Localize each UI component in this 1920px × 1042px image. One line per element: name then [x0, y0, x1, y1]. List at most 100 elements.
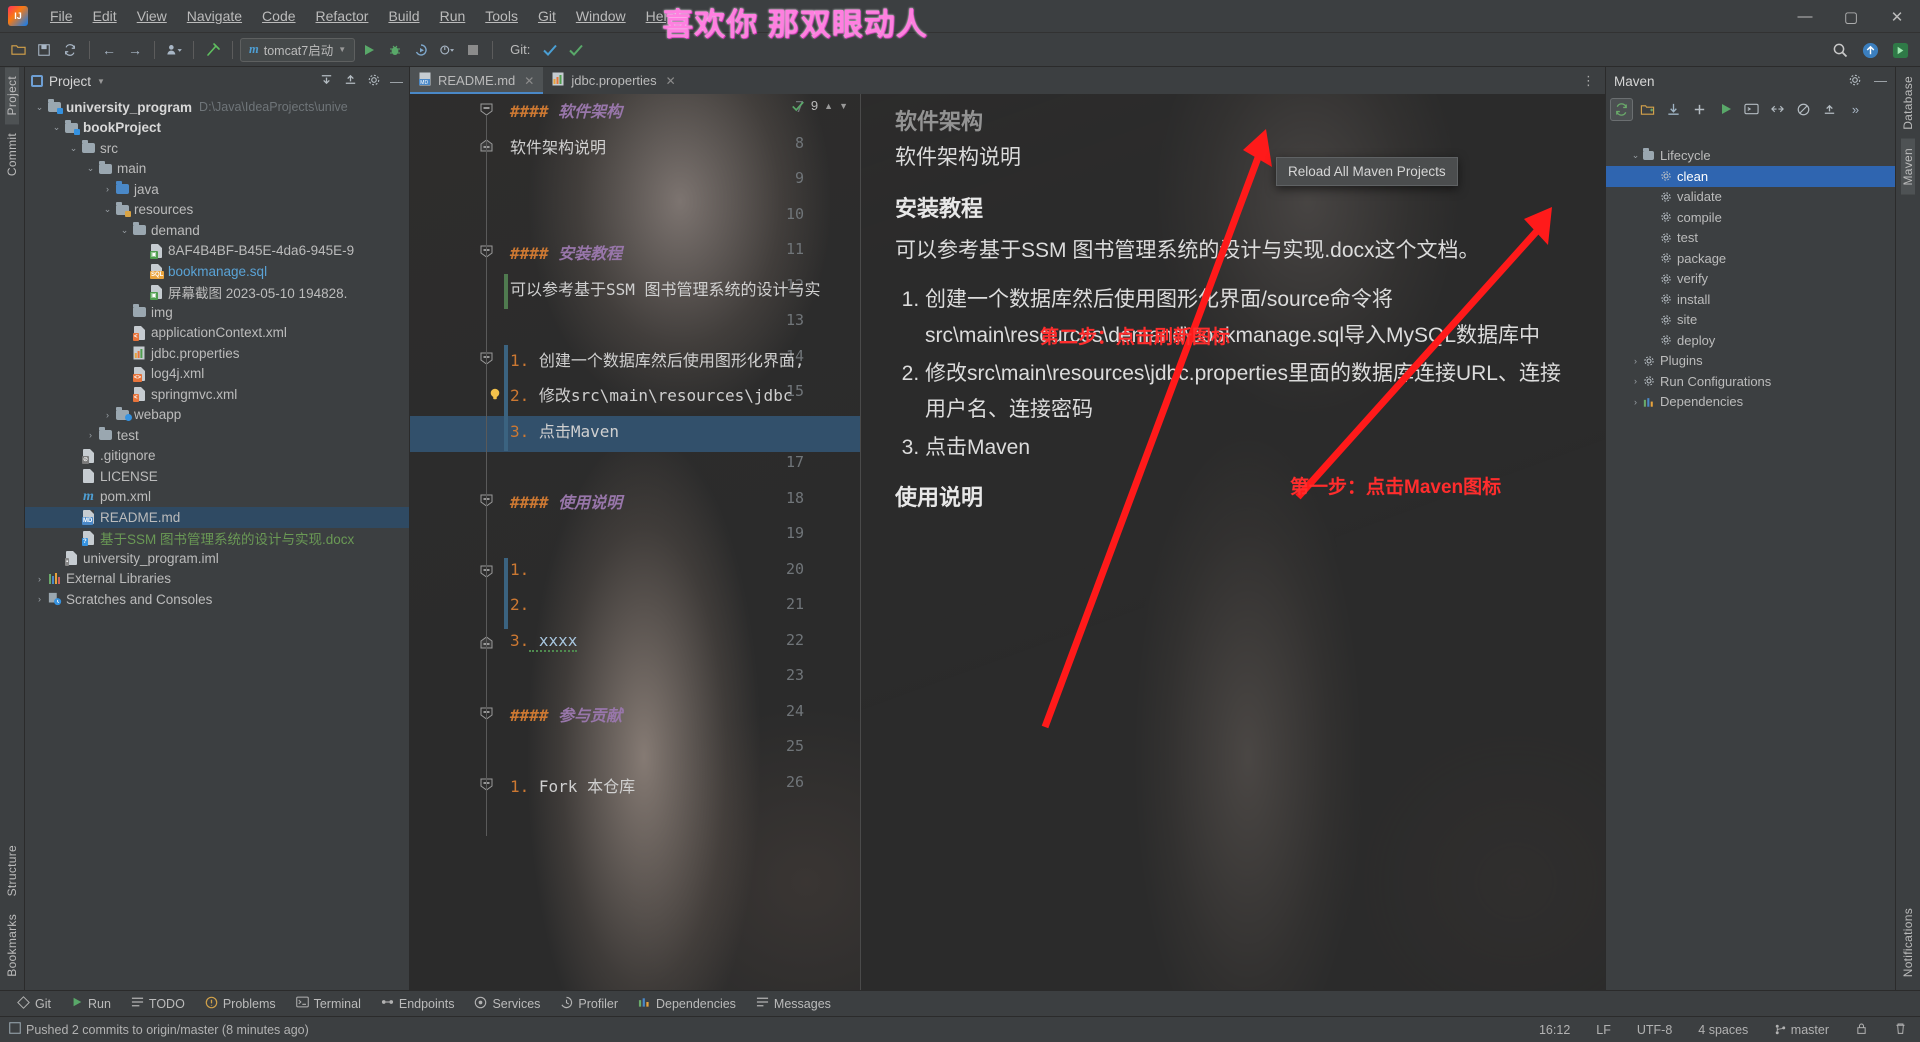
- project-tree-row[interactable]: < applicationContext.xml: [25, 323, 409, 344]
- project-tree-row[interactable]: ⌄ bookProject: [25, 118, 409, 139]
- project-tree-row[interactable]: ▪ university_program.iml: [25, 548, 409, 569]
- project-scope-chevron-icon[interactable]: ▼: [97, 77, 105, 86]
- bottom-tool-dependencies[interactable]: Dependencies: [629, 994, 745, 1013]
- sidebar-item-database[interactable]: Database: [1901, 67, 1915, 139]
- maven-settings-gear-icon[interactable]: [1848, 73, 1862, 90]
- project-tree-row[interactable]: LICENSE: [25, 466, 409, 487]
- chevron-right-icon[interactable]: ›: [33, 574, 46, 584]
- vcs-change-marker[interactable]: [504, 344, 508, 380]
- project-tree-row[interactable]: ⊘ .gitignore: [25, 446, 409, 467]
- project-tree-row[interactable]: ⌄ resources: [25, 200, 409, 221]
- debug-button-icon[interactable]: [383, 38, 407, 62]
- project-tree-row[interactable]: › test: [25, 425, 409, 446]
- run-configuration-selector[interactable]: m tomcat7启动 ▼: [240, 37, 356, 62]
- bottom-tool-git[interactable]: Git: [8, 994, 60, 1014]
- save-all-icon[interactable]: [32, 38, 56, 62]
- chevron-down-icon[interactable]: ⌄: [50, 122, 63, 133]
- ide-assistant-icon[interactable]: [1888, 38, 1912, 62]
- git-update-check-icon[interactable]: [538, 38, 562, 62]
- chevron-down-icon[interactable]: ⌄: [101, 204, 114, 215]
- status-encoding[interactable]: UTF-8: [1632, 1021, 1677, 1039]
- maven-tree-row[interactable]: › Plugins: [1606, 351, 1895, 372]
- build-hammer-icon[interactable]: [201, 38, 225, 62]
- maven-tree-row[interactable]: ⌄ Lifecycle: [1606, 146, 1895, 167]
- hide-panel-icon[interactable]: —: [390, 74, 403, 89]
- sync-icon[interactable]: [58, 38, 82, 62]
- search-everywhere-icon[interactable]: [1828, 38, 1852, 62]
- editor-tab-options[interactable]: ⋮: [1582, 67, 1605, 94]
- bottom-tool-run[interactable]: Run: [62, 994, 120, 1013]
- project-tree-row[interactable]: img: [25, 302, 409, 323]
- sidebar-item-maven[interactable]: Maven: [1901, 138, 1915, 195]
- maven-tree-row[interactable]: › Run Configurations: [1606, 371, 1895, 392]
- project-tree-row[interactable]: ⌄ main: [25, 159, 409, 180]
- menu-run[interactable]: Run: [430, 4, 476, 28]
- markdown-preview-pane[interactable]: 软件架构 软件架构说明 安装教程 可以参考基于SSM 图书管理系统的设计与实现.…: [861, 94, 1605, 990]
- status-lock-icon[interactable]: [1850, 1020, 1873, 1040]
- chevron-right-icon[interactable]: ›: [101, 184, 114, 194]
- project-tree-row[interactable]: ▣ 屏幕截图 2023-05-10 194828.: [25, 282, 409, 303]
- menu-navigate[interactable]: Navigate: [177, 4, 252, 28]
- minimize-button[interactable]: —: [1782, 0, 1828, 33]
- maven-tree-row[interactable]: test: [1606, 228, 1895, 249]
- inspection-widget[interactable]: 9 ▲ ▼: [791, 98, 848, 113]
- chevron-right-icon[interactable]: ›: [1629, 376, 1642, 386]
- maximize-button[interactable]: ▢: [1828, 0, 1874, 33]
- close-tab-icon[interactable]: ✕: [524, 74, 534, 88]
- menu-window[interactable]: Window: [566, 4, 636, 28]
- run-with-coverage-icon[interactable]: [409, 38, 433, 62]
- sidebar-item-commit[interactable]: Commit: [5, 124, 19, 185]
- status-line-separator[interactable]: LF: [1591, 1021, 1616, 1039]
- reload-all-maven-projects-icon[interactable]: [1610, 97, 1633, 121]
- execute-maven-goal-icon[interactable]: [1740, 98, 1763, 121]
- project-tree-row[interactable]: ▣ 8AF4B4BF-B45E-4da6-945E-9: [25, 241, 409, 262]
- run-maven-goal-icon[interactable]: [1714, 98, 1737, 121]
- maven-tree-row[interactable]: deploy: [1606, 330, 1895, 351]
- project-tree-row[interactable]: jdbc.properties: [25, 343, 409, 364]
- close-tab-icon[interactable]: ✕: [666, 74, 676, 88]
- chevron-right-icon[interactable]: ›: [101, 410, 114, 420]
- add-icon[interactable]: [1688, 98, 1711, 121]
- profiler-dropdown-icon[interactable]: [435, 38, 459, 62]
- profile-dropdown-icon[interactable]: [162, 38, 186, 62]
- menu-edit[interactable]: Edit: [83, 4, 127, 28]
- maven-tree[interactable]: ›bookProject⌄Lifecyclecleanvalidatecompi…: [1606, 123, 1895, 990]
- project-tree-row[interactable]: ? 基于SSM 图书管理系统的设计与实现.docx: [25, 528, 409, 549]
- project-tree-row[interactable]: › Scratches and Consoles: [25, 589, 409, 610]
- maven-tree-row[interactable]: clean: [1606, 166, 1895, 187]
- bottom-tool-profiler[interactable]: Profiler: [551, 994, 627, 1014]
- collapse-all-icon[interactable]: [343, 72, 358, 90]
- bottom-tool-services[interactable]: Services: [465, 994, 549, 1014]
- menu-git[interactable]: Git: [528, 4, 566, 28]
- inspection-up-icon[interactable]: ▲: [824, 101, 833, 111]
- maven-hide-panel-icon[interactable]: —: [1874, 73, 1887, 90]
- vcs-change-marker[interactable]: [504, 273, 508, 309]
- stop-button-icon[interactable]: [461, 38, 485, 62]
- maven-tree-row[interactable]: install: [1606, 289, 1895, 310]
- git-commit-check-icon[interactable]: [564, 38, 588, 62]
- ide-update-icon[interactable]: [1858, 38, 1882, 62]
- bottom-tool-problems[interactable]: Problems: [196, 994, 285, 1014]
- sidebar-item-structure[interactable]: Structure: [5, 836, 19, 905]
- add-maven-project-icon[interactable]: [1636, 98, 1659, 121]
- bottom-tool-endpoints[interactable]: Endpoints: [372, 994, 464, 1013]
- maven-tree-row[interactable]: package: [1606, 248, 1895, 269]
- project-tree-row[interactable]: › webapp: [25, 405, 409, 426]
- project-tree-row[interactable]: ⌄ demand: [25, 220, 409, 241]
- chevron-down-icon[interactable]: ⌄: [84, 163, 97, 174]
- forward-arrow-icon[interactable]: →: [123, 38, 147, 62]
- vcs-change-marker[interactable]: [504, 593, 508, 629]
- chevron-right-icon[interactable]: ›: [84, 430, 97, 440]
- maven-tree-row[interactable]: compile: [1606, 207, 1895, 228]
- maven-more-options-icon[interactable]: »: [1844, 98, 1867, 121]
- bottom-tool-messages[interactable]: Messages: [747, 994, 840, 1013]
- back-arrow-icon[interactable]: ←: [97, 38, 121, 62]
- menu-help[interactable]: Help: [636, 4, 685, 28]
- close-button[interactable]: ✕: [1874, 0, 1920, 33]
- chevron-right-icon[interactable]: ›: [33, 594, 46, 604]
- sidebar-item-bookmarks[interactable]: Bookmarks: [5, 905, 19, 986]
- vcs-change-marker[interactable]: [504, 415, 508, 451]
- menu-refactor[interactable]: Refactor: [306, 4, 379, 28]
- maven-tree-row[interactable]: verify: [1606, 269, 1895, 290]
- toggle-skip-tests-icon[interactable]: [1766, 98, 1789, 121]
